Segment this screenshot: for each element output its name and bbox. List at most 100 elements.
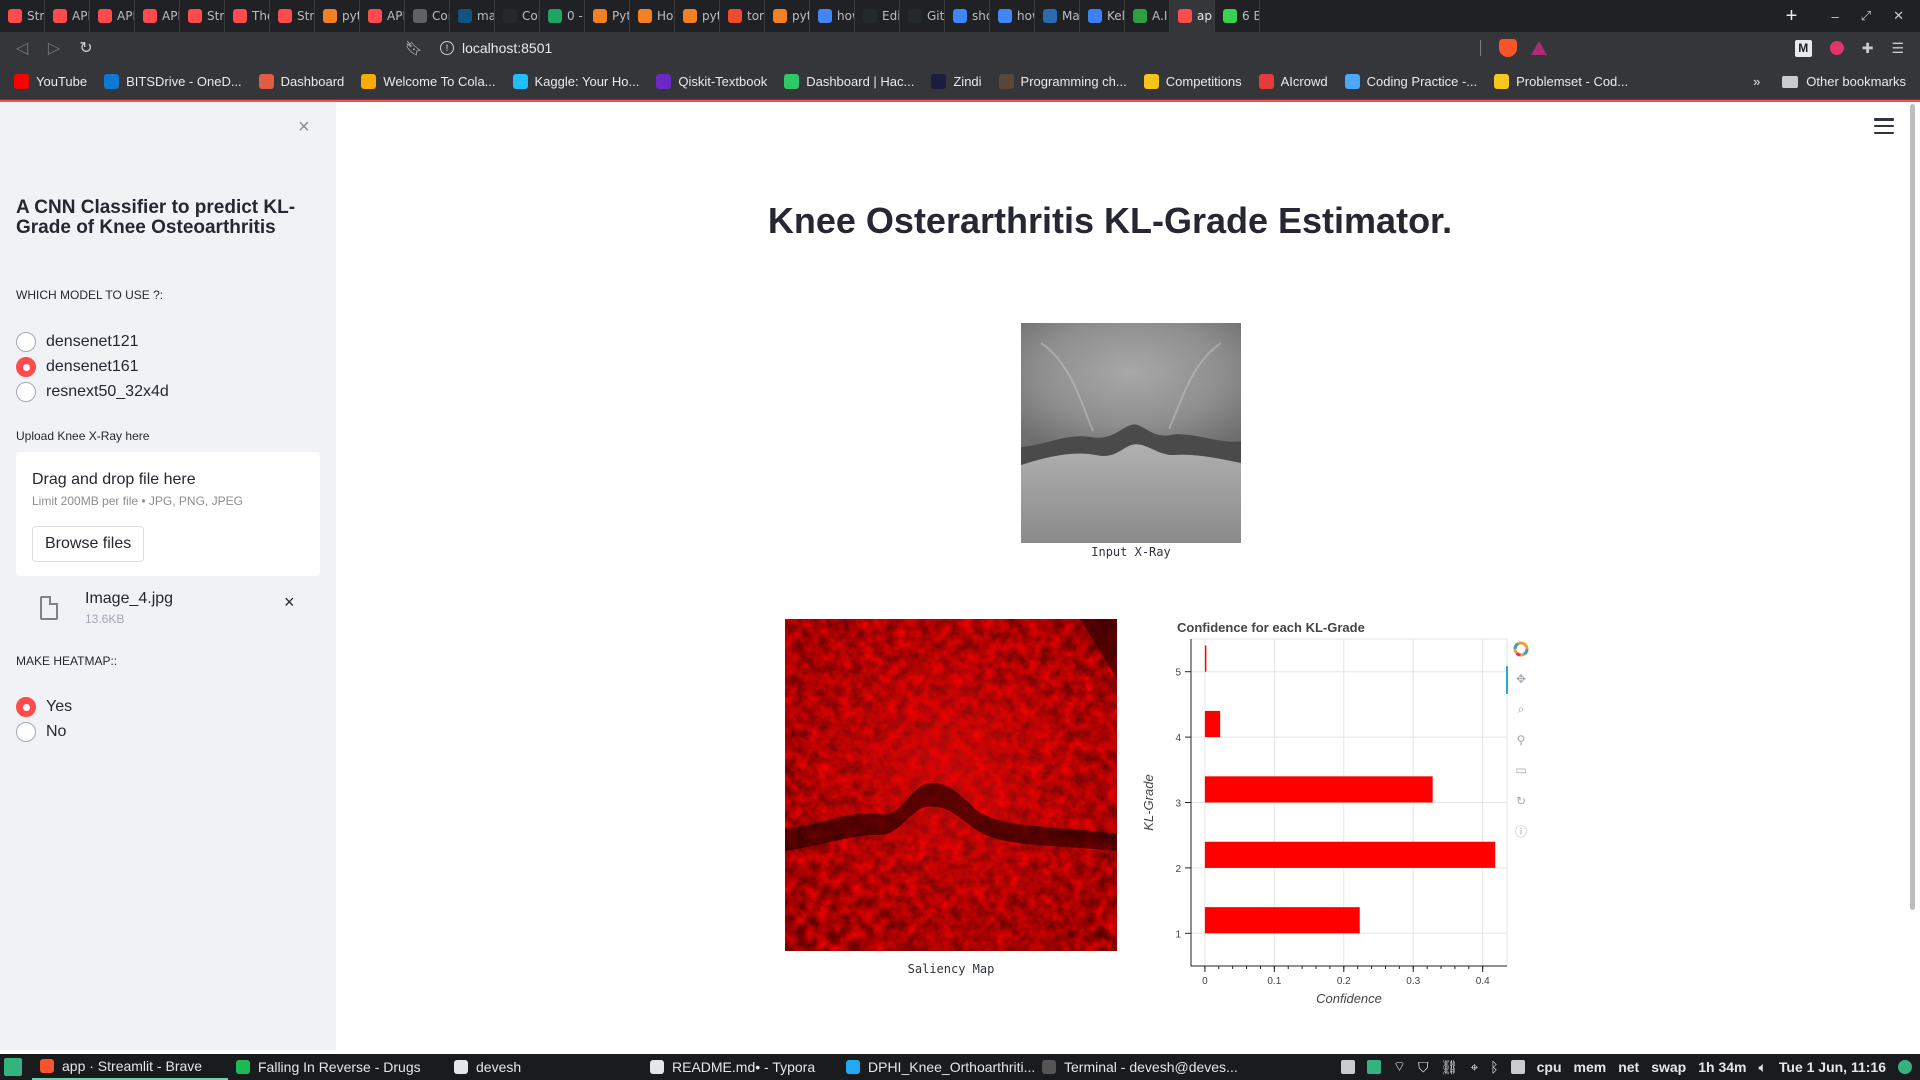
browser-tab[interactable]: pyth	[765, 0, 810, 32]
bookmark-page-icon[interactable]: 🔖︎	[398, 40, 430, 57]
bookmark-item[interactable]: Qiskit-Textbook	[656, 74, 767, 89]
taskbar-window[interactable]: DPHI_Knee_Orthoarthriti...	[838, 1054, 1035, 1080]
reset-icon[interactable]: ↻	[1512, 792, 1530, 810]
browser-tab[interactable]: API r	[90, 0, 135, 32]
bookmarks-overflow-icon[interactable]: »	[1753, 74, 1760, 89]
vpn-shield-icon[interactable]: ⛉	[1418, 1059, 1429, 1076]
bookmark-item[interactable]: Dashboard	[258, 74, 344, 89]
model-option[interactable]: resnext50_32x4d	[16, 382, 169, 402]
browser-tab[interactable]: Strea	[270, 0, 315, 32]
browser-tab[interactable]: API r	[45, 0, 90, 32]
radio-button[interactable]	[16, 357, 36, 377]
extensions-puzzle-icon[interactable]: ✚	[1862, 40, 1874, 57]
address-bar[interactable]: ! localhost:8501	[440, 40, 552, 56]
browser-tab[interactable]: matp	[450, 0, 495, 32]
help-icon[interactable]: ⓘ	[1512, 822, 1530, 840]
bookmark-item[interactable]: YouTube	[14, 74, 87, 89]
browser-tab[interactable]: Colo	[495, 0, 540, 32]
bookmark-item[interactable]: BITSDrive - OneD...	[104, 74, 242, 89]
link-icon[interactable]: ⛓	[1441, 1059, 1459, 1076]
app-launcher-icon[interactable]	[4, 1058, 22, 1076]
browser-tab[interactable]: 6 Eas	[1215, 0, 1260, 32]
battery-time[interactable]: 1h 34m	[1698, 1059, 1746, 1075]
browser-tab[interactable]: Strea	[180, 0, 225, 32]
minimize-icon[interactable]: –	[1831, 9, 1838, 24]
bookmark-item[interactable]: Kaggle: Your Ho...	[512, 74, 639, 89]
battery-status-icon[interactable]	[1510, 1060, 1525, 1074]
bookmark-item[interactable]: Welcome To Cola...	[361, 74, 496, 89]
browser-tab[interactable]: Editi	[855, 0, 900, 32]
volume-icon[interactable]: 🔈︎	[1758, 1059, 1766, 1076]
browser-tab[interactable]: 0 - G	[540, 0, 585, 32]
clipboard-icon[interactable]	[1340, 1060, 1355, 1074]
bookmark-item[interactable]: Dashboard | Hac...	[784, 74, 914, 89]
taskbar-window[interactable]: devesh	[446, 1054, 642, 1080]
new-tab-button[interactable]: +	[1773, 0, 1809, 32]
swap-monitor[interactable]: swap	[1651, 1059, 1686, 1075]
browser-tab[interactable]: API r	[360, 0, 405, 32]
browser-tab[interactable]: Cont	[405, 0, 450, 32]
mem-monitor[interactable]: mem	[1574, 1059, 1607, 1075]
radio-button[interactable]	[16, 382, 36, 402]
taskbar-window[interactable]: app · Streamlit - Brave	[32, 1054, 228, 1080]
net-monitor[interactable]: net	[1618, 1059, 1639, 1075]
browser-tab[interactable]: GitH	[900, 0, 945, 32]
save-icon[interactable]: ▭	[1512, 761, 1530, 779]
sidebar-close-icon[interactable]: ×	[298, 116, 310, 139]
browser-menu-icon[interactable]: ☰	[1891, 40, 1904, 57]
updates-icon[interactable]	[1366, 1060, 1381, 1074]
back-icon[interactable]: ◁	[6, 32, 38, 64]
url-text[interactable]: localhost:8501	[462, 40, 552, 56]
bookmark-item[interactable]: AIcrowd	[1258, 74, 1328, 89]
file-dropzone[interactable]: Drag and drop file here Limit 200MB per …	[16, 452, 320, 576]
wheel-zoom-icon[interactable]: ⚲	[1512, 731, 1530, 749]
other-bookmarks[interactable]: Other bookmarks	[1782, 74, 1906, 89]
location-icon[interactable]: ⌖	[1470, 1059, 1478, 1076]
brave-shields-icon[interactable]	[1498, 39, 1517, 57]
heatmap-option[interactable]: Yes	[16, 697, 72, 717]
taskbar-window[interactable]: Falling In Reverse - Drugs	[228, 1054, 446, 1080]
radio-button[interactable]	[16, 697, 36, 717]
maximize-icon[interactable]: ⤢	[1861, 8, 1871, 24]
browser-tab[interactable]: torch	[720, 0, 765, 32]
browser-tab[interactable]: Pyth	[585, 0, 630, 32]
radio-button[interactable]	[16, 332, 36, 352]
bookmark-item[interactable]: Programming ch...	[998, 74, 1127, 89]
info-icon[interactable]: !	[440, 41, 454, 55]
bookmark-item[interactable]: Zindi	[931, 74, 982, 89]
bookmark-item[interactable]: Competitions	[1143, 74, 1242, 89]
cpu-monitor[interactable]: cpu	[1537, 1059, 1562, 1075]
browser-tab[interactable]: A.I &	[1125, 0, 1170, 32]
browser-tab[interactable]: show	[945, 0, 990, 32]
brave-rewards-icon[interactable]	[1530, 41, 1547, 55]
bookmark-item[interactable]: Problemset - Cod...	[1494, 74, 1628, 89]
box-zoom-icon[interactable]: ⌕	[1512, 700, 1530, 718]
app-menu-icon[interactable]	[1874, 118, 1894, 134]
wifi-icon[interactable]: ⌔	[1393, 1058, 1406, 1076]
browser-tab[interactable]: how	[810, 0, 855, 32]
notifications-icon[interactable]	[1898, 1060, 1912, 1074]
browser-tab[interactable]: ap	[1170, 0, 1215, 32]
browser-tab[interactable]: pyth	[675, 0, 720, 32]
taskbar-window[interactable]: Terminal - devesh@deves...	[1034, 1054, 1246, 1080]
bokeh-logo-icon[interactable]	[1512, 640, 1530, 658]
bookmark-item[interactable]: Coding Practice -...	[1344, 74, 1477, 89]
browser-tab[interactable]: Make	[1035, 0, 1080, 32]
heatmap-option[interactable]: No	[16, 722, 66, 742]
reload-icon[interactable]: ↻	[70, 32, 102, 64]
extension-dot-icon[interactable]	[1829, 41, 1844, 55]
clock[interactable]: Tue 1 Jun, 11:16	[1779, 1059, 1886, 1075]
model-option[interactable]: densenet161	[16, 357, 139, 377]
main-scrollbar[interactable]	[1910, 104, 1915, 910]
taskbar-window[interactable]: README.md• - Typora	[642, 1054, 838, 1080]
extension-m-icon[interactable]: M	[1794, 39, 1812, 57]
browser-tab[interactable]: Then	[225, 0, 270, 32]
browser-tab[interactable]: How	[630, 0, 675, 32]
pan-icon[interactable]: ✥	[1512, 670, 1530, 688]
browser-tab[interactable]: Kellg	[1080, 0, 1125, 32]
browser-tab[interactable]: API r	[135, 0, 180, 32]
forward-icon[interactable]: ▷	[38, 32, 70, 64]
browser-tab[interactable]: pyth	[315, 0, 360, 32]
bluetooth-icon[interactable]: ᛒ	[1490, 1059, 1498, 1075]
radio-button[interactable]	[16, 722, 36, 742]
